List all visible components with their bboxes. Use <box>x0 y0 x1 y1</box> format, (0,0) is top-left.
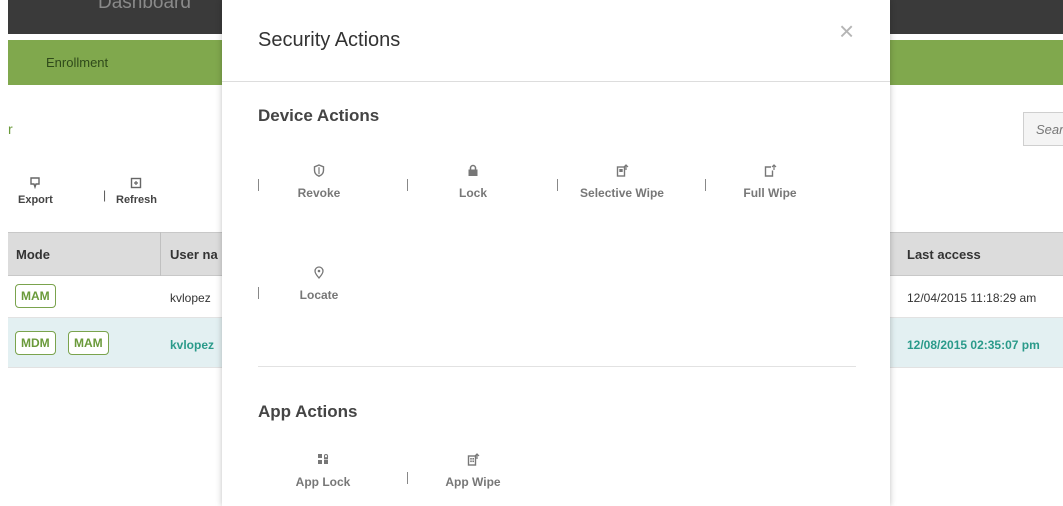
full-wipe-label: Full Wipe <box>743 186 797 200</box>
nav-dashboard[interactable]: Dashboard <box>98 0 191 14</box>
security-actions-modal: Security Actions × Device Actions Revoke… <box>222 0 890 506</box>
lock-icon <box>413 164 533 178</box>
user-cell: kvlopez <box>170 291 211 305</box>
header-last-access[interactable]: Last access <box>907 247 981 262</box>
section-divider <box>258 366 856 367</box>
refresh-icon <box>116 177 157 192</box>
header-user-name[interactable]: User na <box>170 247 218 262</box>
export-label: Export <box>18 194 53 206</box>
app-actions-heading: App Actions <box>258 402 358 421</box>
locate-button[interactable]: Locate <box>259 266 379 304</box>
locate-label: Locate <box>299 288 339 302</box>
mode-badge-mam: MAM <box>15 284 56 308</box>
mode-badge-mam: MAM <box>68 331 109 355</box>
modal-header: Security Actions × <box>222 0 890 82</box>
tab-enrollment[interactable]: Enrollment <box>46 55 108 70</box>
app-wipe-icon <box>413 453 533 467</box>
toolbar-separator: | <box>103 188 107 202</box>
header-mode[interactable]: Mode <box>16 247 50 262</box>
last-access-cell: 12/08/2015 02:35:07 pm <box>907 338 1040 352</box>
app-lock-icon <box>263 453 383 467</box>
action-separator <box>407 179 408 191</box>
location-pin-icon <box>259 266 379 280</box>
modal-title: Security Actions <box>258 29 401 51</box>
revoke-label: Revoke <box>297 186 341 200</box>
app-wipe-label: App Wipe <box>445 475 501 489</box>
app-lock-button[interactable]: App Lock <box>263 453 383 491</box>
last-access-cell: 12/04/2015 11:18:29 am <box>907 291 1037 305</box>
action-separator <box>407 472 408 484</box>
refresh-button[interactable]: Refresh <box>116 177 157 206</box>
full-wipe-button[interactable]: Full Wipe <box>710 164 830 202</box>
action-separator <box>705 179 706 191</box>
export-icon <box>18 177 53 192</box>
selective-wipe-button[interactable]: Selective Wipe <box>562 164 682 202</box>
shield-icon <box>259 164 379 178</box>
action-separator <box>557 179 558 191</box>
search-input[interactable]: Sear <box>1023 112 1063 146</box>
page-title-fragment: r <box>8 121 13 137</box>
lock-label: Lock <box>458 186 487 200</box>
close-button[interactable]: × <box>839 18 854 44</box>
mode-badge-mdm: MDM <box>15 331 56 355</box>
full-wipe-icon <box>710 164 830 178</box>
selective-wipe-icon <box>562 164 682 178</box>
user-cell: kvlopez <box>170 338 215 352</box>
selective-wipe-label: Selective Wipe <box>580 186 664 200</box>
export-button[interactable]: Export <box>18 177 53 206</box>
app-wipe-button[interactable]: App Wipe <box>413 453 533 491</box>
device-actions-heading: Device Actions <box>258 106 380 125</box>
revoke-button[interactable]: Revoke <box>259 164 379 202</box>
column-divider <box>160 232 161 276</box>
lock-button[interactable]: Lock <box>413 164 533 202</box>
app-lock-label: App Lock <box>295 475 351 489</box>
refresh-label: Refresh <box>116 194 157 206</box>
